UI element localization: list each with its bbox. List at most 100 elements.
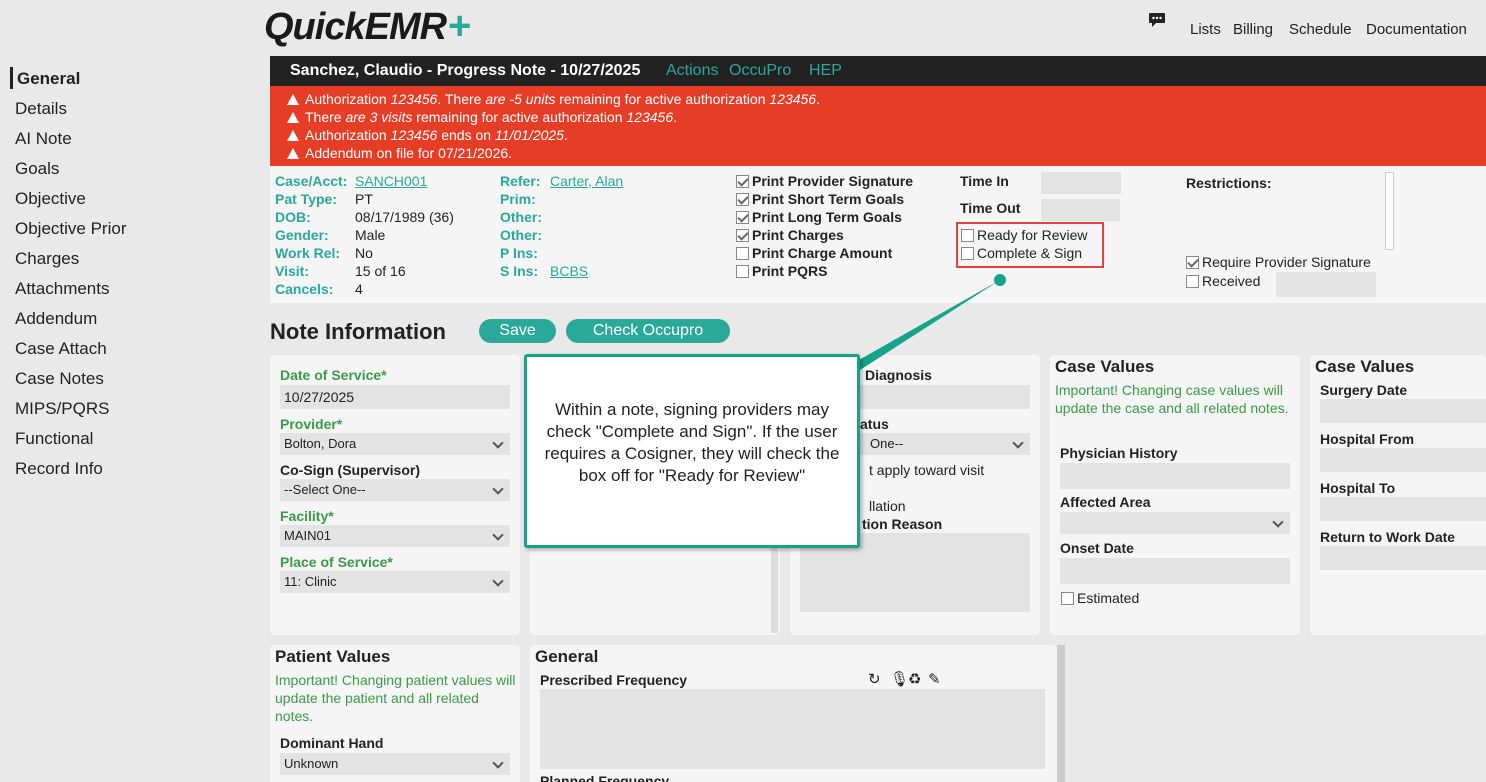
print-charges-checkbox[interactable]	[736, 229, 749, 242]
p-ins-label: P Ins:	[500, 245, 538, 261]
nav-schedule[interactable]: Schedule	[1289, 21, 1352, 38]
patient-values-panel: Patient Values Important! Changing patie…	[270, 645, 520, 782]
cancellation-label: llation	[869, 498, 906, 514]
hospital-from-input[interactable]	[1320, 448, 1486, 472]
sidebar-item-record-info[interactable]: Record Info	[15, 459, 103, 479]
require-provider-signature-checkbox[interactable]	[1186, 256, 1199, 269]
s-ins-link[interactable]: BCBS	[550, 263, 588, 279]
case-values-title: Case Values	[1315, 357, 1415, 376]
case-link[interactable]: SANCH001	[355, 173, 427, 189]
pos-select[interactable]: 11: Clinic	[280, 571, 510, 593]
pat-type-label: Pat Type:	[275, 191, 337, 207]
print-charge-amount-checkbox[interactable]	[736, 247, 749, 260]
nav-documentation[interactable]: Documentation	[1366, 21, 1467, 38]
return-to-work-input[interactable]	[1320, 546, 1486, 570]
hospital-to-label: Hospital To	[1320, 480, 1396, 496]
print-long-term-goals-checkbox[interactable]	[736, 211, 749, 224]
recycle-icon[interactable]: ♻︎	[908, 670, 921, 688]
affected-area-select[interactable]	[1060, 512, 1290, 534]
work-rel-value: No	[355, 245, 373, 261]
prim-label: Prim:	[500, 191, 536, 207]
refer-link[interactable]: Carter, Alan	[550, 173, 623, 189]
print-short-term-goals-checkbox[interactable]	[736, 193, 749, 206]
chevron-down-icon	[1012, 437, 1024, 449]
print-option-label: Print Charges	[752, 227, 844, 243]
facility-select[interactable]: MAIN01	[280, 525, 510, 547]
highlight-box	[956, 222, 1104, 268]
physician-history-input[interactable]	[1060, 463, 1290, 489]
sidebar-item-details[interactable]: Details	[15, 99, 67, 119]
general-scrollbar[interactable]	[1057, 645, 1065, 782]
time-in-input[interactable]	[1041, 172, 1121, 194]
edit-icon[interactable]: ✎	[928, 670, 941, 688]
authorization-alert: Authorization 123456. There are -5 units…	[270, 86, 1486, 166]
chevron-down-icon	[492, 483, 504, 495]
actions-link[interactable]: Actions	[666, 62, 718, 80]
print-pqrs-checkbox[interactable]	[736, 265, 749, 278]
print-option-label: Print Provider Signature	[752, 173, 914, 189]
dob-value: 08/17/1989 (36)	[355, 209, 454, 225]
received-checkbox[interactable]	[1186, 275, 1199, 288]
cancels-label: Cancels:	[275, 281, 334, 297]
nav-lists[interactable]: Lists	[1190, 21, 1221, 38]
sidebar-item-objective[interactable]: Objective	[15, 189, 86, 209]
visit-label: Visit:	[275, 263, 309, 279]
case-values-panel: Case Values Important! Changing case val…	[1050, 355, 1300, 635]
sidebar-item-general[interactable]: General	[17, 69, 80, 89]
sidebar-item-case-attach[interactable]: Case Attach	[15, 339, 107, 359]
alert-line: Authorization 123456 ends on 11/01/2025.	[287, 127, 568, 143]
occupro-link[interactable]: OccuPro	[729, 62, 791, 80]
cosign-select[interactable]: --Select One--	[280, 479, 510, 501]
onset-date-input[interactable]	[1060, 558, 1290, 584]
sidebar-item-mips-pqrs[interactable]: MIPS/PQRS	[15, 399, 109, 419]
refresh-icon[interactable]: ↻	[868, 670, 881, 688]
nav-billing[interactable]: Billing	[1233, 21, 1273, 38]
chevron-down-icon	[492, 437, 504, 449]
hep-link[interactable]: HEP	[809, 62, 842, 80]
received-label: Received	[1202, 273, 1261, 289]
sidebar-item-charges[interactable]: Charges	[15, 249, 79, 269]
facility-label: Facility*	[280, 508, 334, 524]
provider-select[interactable]: Bolton, Dora	[280, 433, 510, 455]
chat-icon[interactable]	[1148, 12, 1166, 28]
warning-icon	[287, 148, 299, 159]
time-out-input[interactable]	[1041, 199, 1120, 221]
note-information-title: Note Information	[270, 319, 446, 344]
warning-icon	[287, 94, 299, 105]
dominant-hand-select[interactable]: Unknown	[280, 753, 510, 775]
sidebar-item-addendum[interactable]: Addendum	[15, 309, 97, 329]
case-label: Case/Acct:	[275, 173, 348, 189]
cancels-value: 4	[355, 281, 363, 297]
quickemr-logo[interactable]: QuickEMR+	[264, 4, 471, 49]
sidebar-item-case-notes[interactable]: Case Notes	[15, 369, 104, 389]
gender-value: Male	[355, 227, 386, 243]
sidebar-item-ai-note[interactable]: AI Note	[15, 129, 72, 149]
callout-text: Within a note, signing providers may che…	[544, 400, 840, 485]
general-title: General	[535, 647, 599, 666]
planned-frequency-label: Planned Frequency	[540, 773, 670, 782]
note-title-bar: Sanchez, Claudio - Progress Note - 10/27…	[270, 56, 1486, 86]
print-provider-signature-checkbox[interactable]	[736, 175, 749, 188]
microphone-icon[interactable]: 🎙︎	[890, 670, 909, 688]
sidebar-item-goals[interactable]: Goals	[15, 159, 59, 179]
sidebar-item-objective-prior[interactable]: Objective Prior	[15, 219, 126, 239]
panel-scrollbar[interactable]	[771, 545, 778, 633]
received-date-input[interactable]	[1276, 272, 1376, 297]
hospital-to-input[interactable]	[1320, 497, 1486, 521]
check-occupro-button[interactable]: Check Occupro	[566, 319, 730, 343]
print-option-label: Print Short Term Goals	[752, 191, 905, 207]
restrictions-scrollbar[interactable]	[1385, 172, 1394, 250]
surgery-date-input[interactable]	[1320, 399, 1486, 423]
dos-input[interactable]: 10/27/2025	[280, 385, 510, 409]
time-out-label: Time Out	[960, 200, 1021, 216]
provider-label: Provider*	[280, 416, 343, 432]
sidebar-item-attachments[interactable]: Attachments	[15, 279, 110, 299]
prescribed-frequency-input[interactable]	[540, 689, 1045, 769]
case-values-warning: Important! Changing case values will upd…	[1055, 382, 1289, 416]
save-button[interactable]: Save	[479, 319, 556, 343]
sidebar-item-functional[interactable]: Functional	[15, 429, 93, 449]
estimated-checkbox[interactable]	[1061, 592, 1074, 605]
warning-icon	[287, 112, 299, 123]
print-option-label: Print Long Term Goals	[752, 209, 902, 225]
dos-label: Date of Service*	[280, 367, 387, 383]
